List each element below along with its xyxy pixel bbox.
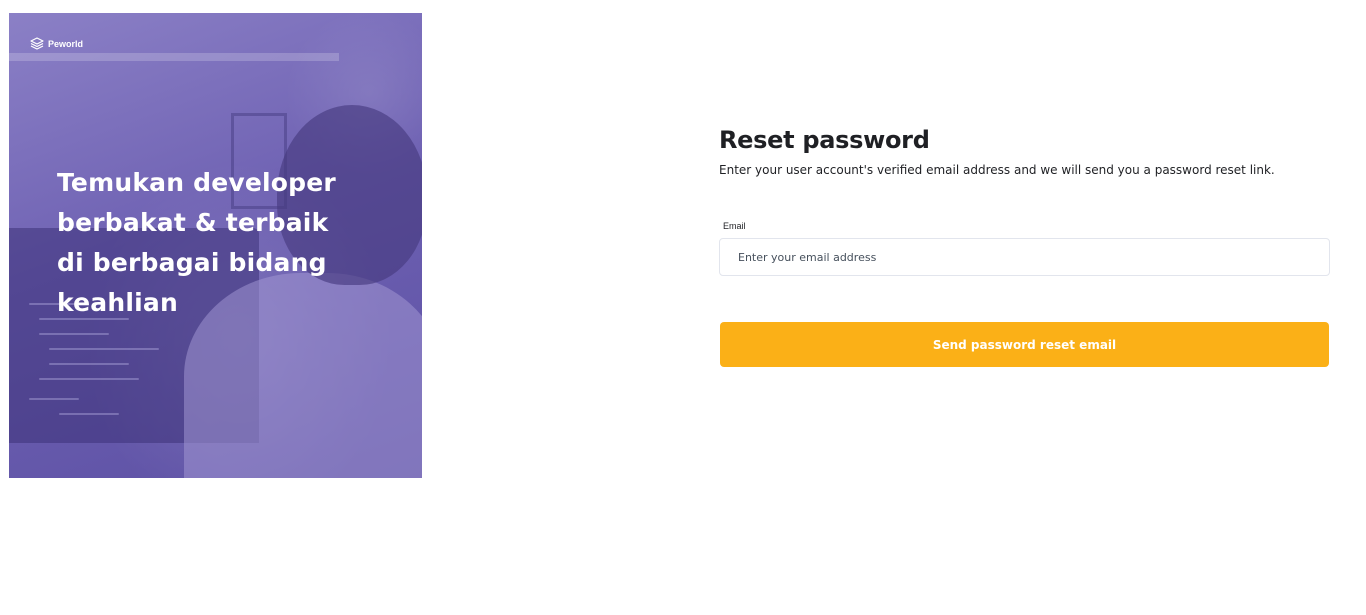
hero-headline-line: berbakat & terbaik	[57, 208, 329, 237]
hero-headline-line: di berbagai bidang	[57, 248, 327, 277]
email-input[interactable]	[719, 238, 1330, 276]
send-reset-email-button[interactable]: Send password reset email	[720, 322, 1329, 367]
reset-password-form: Reset password Enter your user account's…	[719, 124, 1330, 367]
page-subtitle: Enter your user account's verified email…	[719, 163, 1275, 177]
hero-headline-line: keahlian	[57, 288, 178, 317]
email-label: Email	[723, 221, 746, 231]
reset-password-page: Peworld Temukan developer berbakat & ter…	[0, 0, 1366, 615]
hero-shelf-decoration	[9, 53, 339, 61]
brand-logo: Peworld	[30, 37, 83, 50]
brand-name: Peworld	[48, 38, 84, 49]
page-title: Reset password	[719, 126, 930, 154]
hero-panel: Peworld Temukan developer berbakat & ter…	[9, 13, 422, 478]
layers-icon	[30, 37, 44, 50]
hero-headline-line: Temukan developer	[57, 168, 336, 197]
hero-headline: Temukan developer berbakat & terbaik di …	[57, 163, 397, 323]
